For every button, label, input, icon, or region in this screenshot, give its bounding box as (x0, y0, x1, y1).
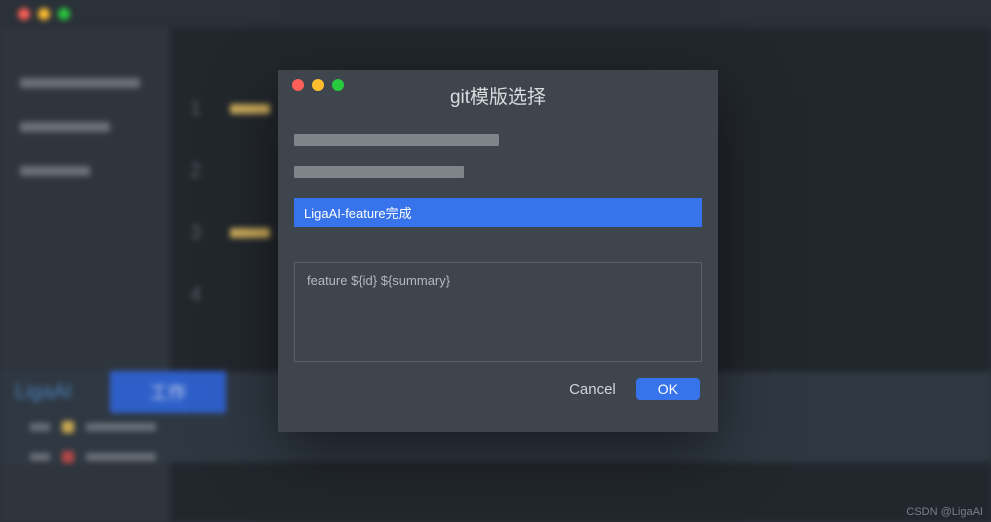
watermark: CSDN @LigaAI (906, 506, 983, 518)
cancel-button[interactable]: Cancel (569, 381, 616, 398)
brand-label: LigaAI (0, 381, 110, 404)
template-dialog: git模版选择 LigaAI-feature完成 feature ${id} $… (278, 70, 718, 432)
dialog-title: git模版选择 (278, 82, 718, 109)
bg-titlebar (0, 0, 991, 28)
template-option[interactable] (294, 166, 464, 178)
template-preview: feature ${id} ${summary} (294, 262, 702, 362)
sidebar-item (20, 166, 90, 176)
dialog-titlebar: git模版选择 (278, 70, 718, 100)
sidebar-item (20, 78, 140, 88)
line-number: 1 (190, 98, 220, 121)
close-icon (18, 8, 30, 20)
template-option[interactable] (294, 134, 499, 146)
sidebar-item (20, 122, 110, 132)
maximize-icon (58, 8, 70, 20)
template-option-selected[interactable]: LigaAI-feature完成 (294, 198, 702, 227)
minimize-icon (38, 8, 50, 20)
bg-tab: 工作 (110, 371, 226, 413)
line-number: 3 (190, 222, 220, 245)
line-number: 2 (190, 160, 220, 183)
line-number: 4 (190, 284, 220, 307)
ok-button[interactable]: OK (636, 378, 700, 400)
